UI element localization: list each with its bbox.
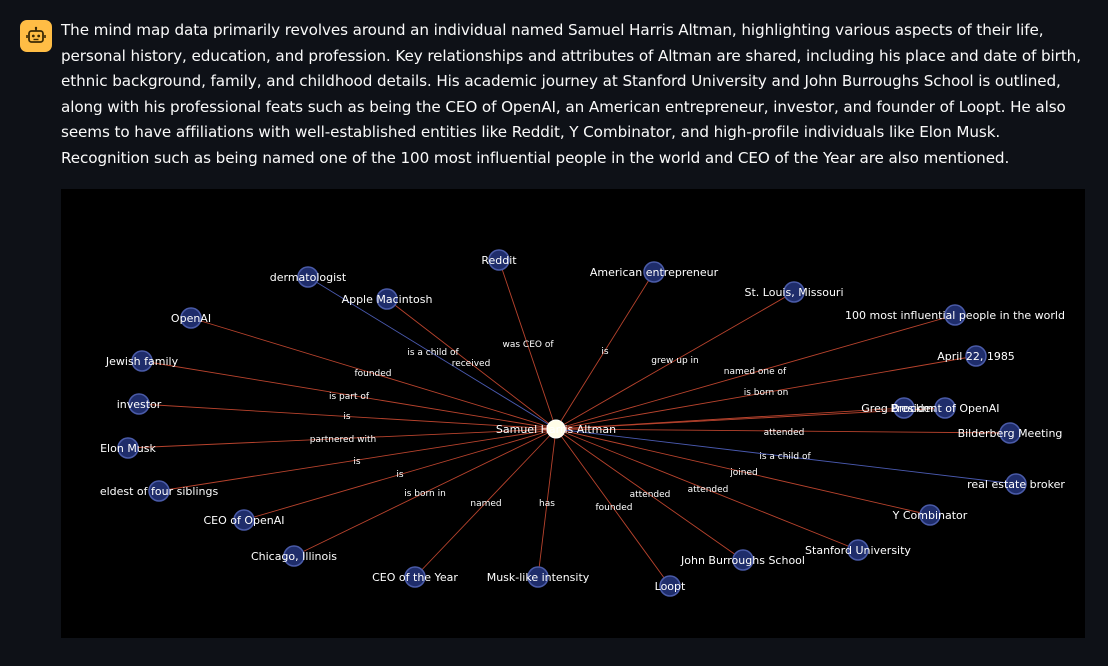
node-openai[interactable]: OpenAI (171, 307, 211, 329)
node-label-loopt: Loopt (655, 580, 686, 593)
edge-label-april-22: is born on (744, 388, 789, 398)
node-label-reddit: Reddit (481, 254, 517, 267)
node-center[interactable]: Samuel Harris Altman (496, 419, 616, 439)
node-100-most-influential[interactable]: 100 most influential people in the world (845, 304, 1065, 326)
node-label-apple-macintosh: Apple Macintosh (342, 293, 433, 306)
node-ceo-of-year[interactable]: CEO of the Year (372, 566, 458, 588)
edge-label-100-most-influential: named one of (724, 367, 787, 377)
edge-label-dermatologist: is a child of (407, 348, 459, 358)
node-reddit[interactable]: Reddit (481, 249, 517, 271)
mind-map-canvas[interactable]: was CEO ofisis a child ofreceived grew up… (61, 189, 1085, 638)
edge-label-apple-macintosh: received (452, 359, 491, 369)
node-label-president-openai: President of OpenAI (890, 402, 999, 415)
node-label-bilderberg: Bilderberg Meeting (958, 427, 1063, 440)
mind-map-graph[interactable]: was CEO of is is a child of received grew up… (61, 189, 1085, 638)
node-john-burroughs[interactable]: John Burroughs School (680, 549, 805, 571)
node-label-musk-like: Musk-like intensity (487, 571, 590, 584)
node-label-st-louis: St. Louis, Missouri (745, 286, 844, 299)
edge-label-y-combinator: joined (729, 468, 757, 478)
edge-label-investor: is (343, 412, 351, 422)
node-real-estate-broker[interactable]: real estate broker (967, 473, 1065, 495)
node-american-entrepreneur[interactable]: American entrepreneur (590, 261, 719, 283)
node-jewish-family[interactable]: Jewish family (105, 350, 179, 372)
node-label-openai: OpenAI (171, 312, 211, 325)
node-y-combinator[interactable]: Y Combinator (892, 504, 968, 526)
edge-label-ceo-of-year: named (470, 499, 501, 509)
node-label-stanford: Stanford University (805, 544, 911, 557)
node-label-ceo-of-year: CEO of the Year (372, 571, 458, 584)
node-label-y-combinator: Y Combinator (892, 509, 968, 522)
edge-label-loopt: founded (595, 503, 632, 513)
node-label-chicago: Chicago, Illinois (251, 550, 337, 563)
edge-label-jewish-family: is part of (329, 392, 370, 402)
edge-label-st-louis: grew up in (651, 356, 698, 366)
node-st-louis[interactable]: St. Louis, Missouri (745, 281, 844, 303)
node-chicago[interactable]: Chicago, Illinois (251, 545, 337, 567)
edge-label-american-entrepreneur: is (601, 347, 609, 357)
node-april-22[interactable]: April 22, 1985 (937, 345, 1015, 367)
edge-label-chicago: is born in (404, 489, 446, 499)
assistant-message-text: The mind map data primarily revolves aro… (61, 21, 1081, 167)
node-label-dermatologist: dermatologist (270, 271, 347, 284)
nodes-layer: Reddit American entrepreneur dermatologist… (100, 249, 1065, 597)
node-bilderberg[interactable]: Bilderberg Meeting (958, 422, 1063, 444)
node-label-american-entrepreneur: American entrepreneur (590, 266, 719, 279)
edge-label-elon-musk: partnered with (310, 435, 376, 445)
node-label-john-burroughs: John Burroughs School (680, 554, 805, 567)
edge-label-openai: founded (354, 369, 391, 379)
edge-label-eldest: is (353, 457, 361, 467)
edge-label-musk-like: has (539, 499, 555, 509)
node-label-april-22: April 22, 1985 (937, 350, 1015, 363)
node-loopt[interactable]: Loopt (655, 575, 686, 597)
node-eldest[interactable]: eldest of four siblings (100, 480, 219, 502)
node-label-investor: investor (117, 398, 162, 411)
node-dermatologist[interactable]: dermatologist (270, 266, 347, 288)
node-stanford[interactable]: Stanford University (805, 539, 911, 561)
node-label-ceo-openai: CEO of OpenAI (203, 514, 284, 527)
node-musk-like[interactable]: Musk-like intensity (487, 566, 590, 588)
edge-label-john-burroughs: attended (630, 490, 671, 500)
node-label-100-most-influential: 100 most influential people in the world (845, 309, 1065, 322)
edge-label-stanford: attended (688, 485, 729, 495)
node-label-jewish-family: Jewish family (105, 355, 179, 368)
edge-label-real-estate-broker: is a child of (759, 452, 811, 462)
edge-label-ceo-openai: is (396, 470, 404, 480)
center-node-label: Samuel Harris Altman (496, 423, 616, 436)
node-investor[interactable]: investor (117, 393, 162, 415)
robot-icon (26, 26, 46, 43)
node-label-real-estate-broker: real estate broker (967, 478, 1065, 491)
node-label-eldest: eldest of four siblings (100, 485, 219, 498)
node-elon-musk[interactable]: Elon Musk (100, 437, 157, 459)
node-label-elon-musk: Elon Musk (100, 442, 156, 455)
edge-label-bilderberg: attended (764, 428, 805, 438)
node-ceo-openai[interactable]: CEO of OpenAI (203, 509, 285, 531)
assistant-avatar (20, 20, 52, 52)
edge-label-reddit: was CEO of (502, 340, 554, 350)
